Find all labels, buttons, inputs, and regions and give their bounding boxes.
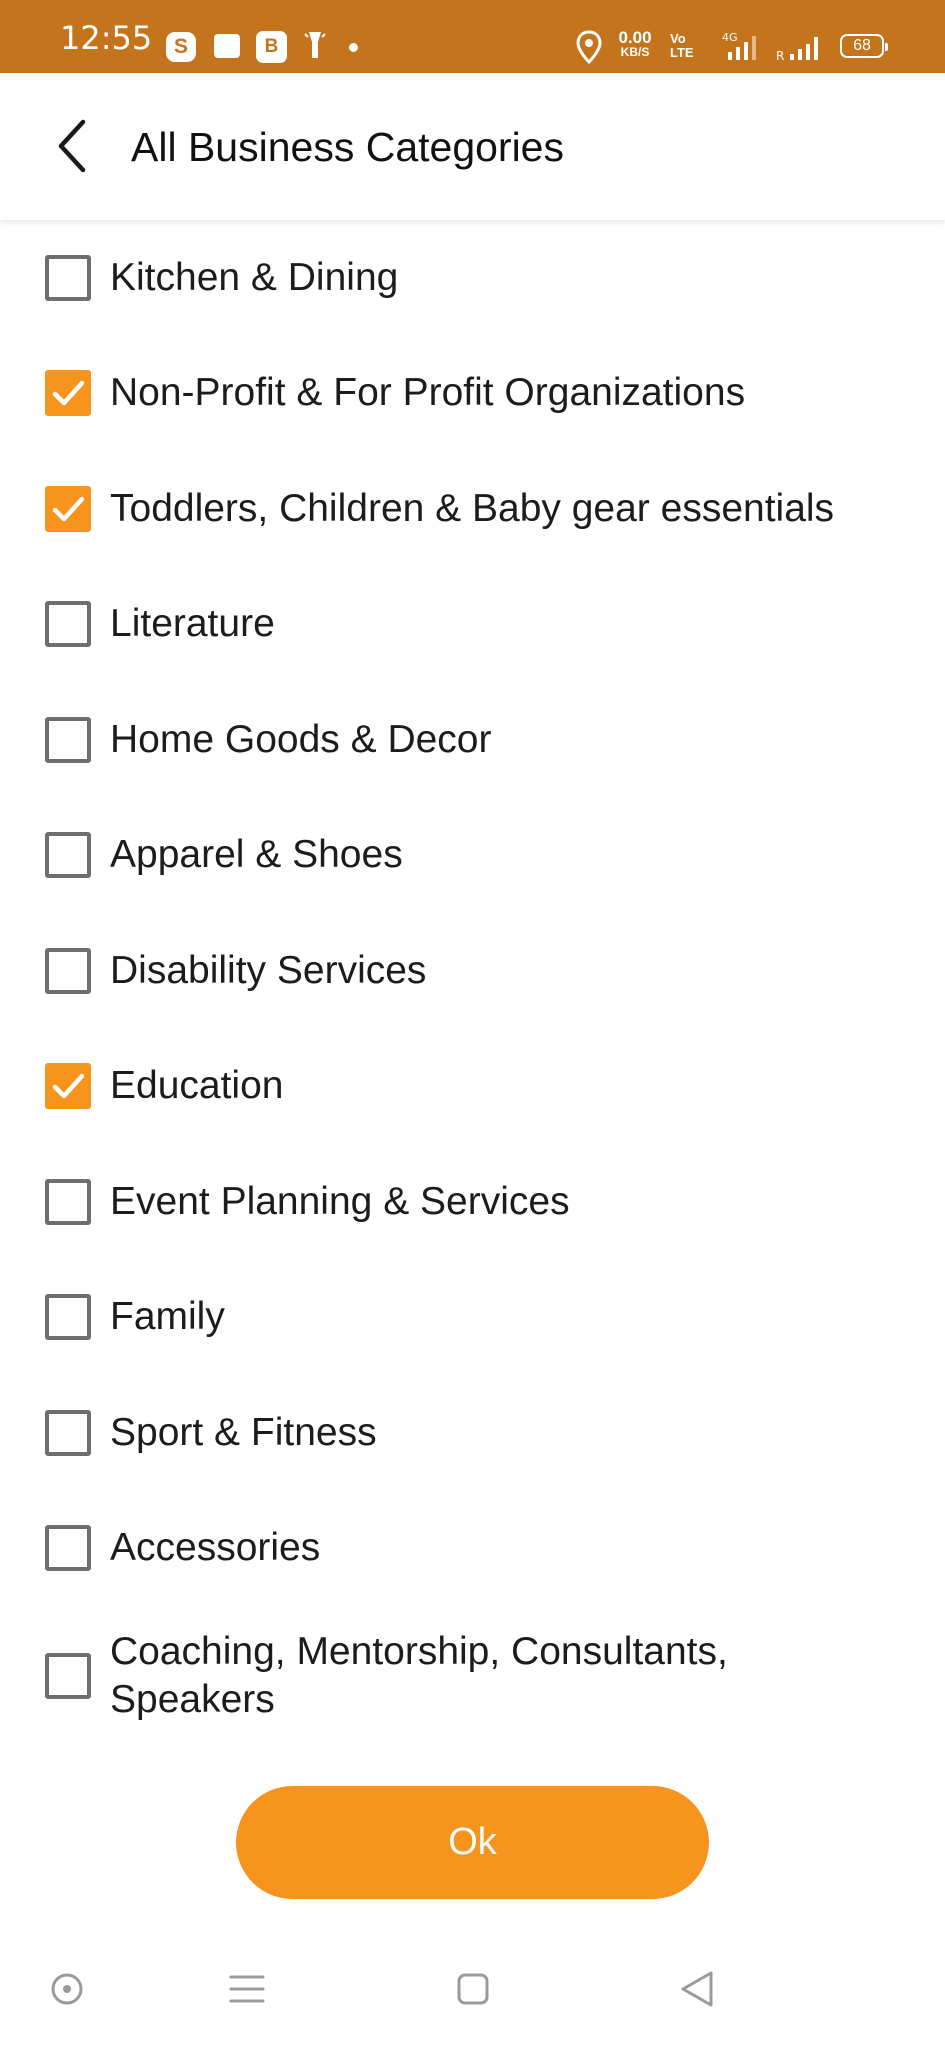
circle-dot-icon [51, 1973, 83, 2005]
category-item-toddlers[interactable]: Toddlers, Children & Baby gear essential… [0, 451, 945, 567]
checkbox-unchecked-icon[interactable] [45, 832, 91, 879]
checkmark-icon [52, 381, 85, 406]
network-type-text: 4G [722, 31, 738, 44]
menu-icon [229, 1975, 265, 2003]
checkbox-unchecked-icon[interactable] [45, 716, 91, 763]
square-home-icon [457, 1973, 489, 2005]
category-item-home-goods[interactable]: Home Goods & Decor [0, 682, 945, 798]
checkbox-unchecked-icon[interactable] [45, 1653, 91, 1699]
status-bar: 12:55 S B 0.00 KB/S Vo LTE 4G R 68 [0, 0, 945, 73]
category-label: Literature [110, 602, 275, 646]
category-item-family[interactable]: Family [0, 1260, 945, 1376]
page-title: All Business Categories [131, 124, 564, 170]
system-nav-bar [0, 1932, 945, 2048]
category-label: Education [110, 1064, 284, 1108]
category-label: Sport & Fitness [110, 1410, 377, 1454]
b-app-icon: B [256, 31, 287, 63]
category-item-kitchen-dining[interactable]: Kitchen & Dining [0, 220, 945, 336]
category-label: Event Planning & Services [110, 1179, 570, 1223]
back-nav-button[interactable] [672, 1964, 722, 2014]
volte-bottom: LTE [670, 45, 694, 60]
location-icon [576, 30, 602, 64]
category-label: Home Goods & Decor [110, 717, 492, 761]
category-list: Kitchen & Dining Non-Profit & For Profit… [0, 220, 945, 1742]
checkbox-unchecked-icon[interactable] [45, 1525, 91, 1572]
checkbox-unchecked-icon[interactable] [45, 1294, 91, 1341]
category-item-event-planning[interactable]: Event Planning & Services [0, 1144, 945, 1260]
checkmark-icon [52, 496, 85, 521]
category-item-sport-fitness[interactable]: Sport & Fitness [0, 1375, 945, 1491]
category-label: Disability Services [110, 948, 427, 992]
network-speed: 0.00 KB/S [612, 29, 658, 59]
checkbox-unchecked-icon[interactable] [45, 1178, 91, 1225]
category-label: Apparel & Shoes [110, 833, 403, 877]
checkbox-checked-icon[interactable] [45, 485, 91, 532]
volte-top: Vo [670, 31, 686, 46]
checkmark-icon [52, 1074, 85, 1099]
category-item-literature[interactable]: Literature [0, 567, 945, 683]
network-speed-value: 0.00 [618, 28, 652, 47]
flashlight-icon [304, 30, 326, 58]
signal-4g-icon: 4G [722, 31, 756, 60]
category-label: Family [110, 1295, 225, 1339]
roaming-text: R [776, 49, 784, 62]
category-label: Coaching, Mentorship, Consultants, Speak… [110, 1630, 728, 1721]
signal-roaming-icon: R [776, 37, 818, 62]
chevron-left-icon [58, 119, 86, 173]
s-app-icon: S [166, 32, 196, 62]
back-button[interactable] [40, 113, 106, 179]
category-item-non-profit[interactable]: Non-Profit & For Profit Organizations [0, 336, 945, 452]
ok-button[interactable]: Ok [236, 1786, 709, 1899]
category-item-disability[interactable]: Disability Services [0, 913, 945, 1029]
category-label: Non-Profit & For Profit Organizations [110, 371, 746, 415]
checkbox-checked-icon[interactable] [45, 1063, 91, 1110]
checkbox-unchecked-icon[interactable] [45, 601, 91, 648]
checkbox-checked-icon[interactable] [45, 370, 91, 417]
category-item-apparel[interactable]: Apparel & Shoes [0, 798, 945, 914]
category-label: Kitchen & Dining [110, 255, 399, 299]
checkbox-unchecked-icon[interactable] [45, 254, 91, 301]
category-label: Accessories [110, 1526, 321, 1570]
battery-icon: 68 [840, 34, 888, 58]
status-time: 12:55 [60, 19, 153, 57]
category-label: Toddlers, Children & Baby gear essential… [110, 486, 835, 530]
home-button[interactable] [448, 1964, 498, 2014]
checkbox-unchecked-icon[interactable] [45, 947, 91, 994]
network-speed-unit: KB/S [620, 45, 650, 59]
app-bar: All Business Categories [0, 73, 945, 220]
triangle-back-icon [681, 1971, 713, 2007]
menu-button[interactable] [222, 1964, 272, 2014]
volte-indicator: Vo LTE [670, 32, 706, 60]
assistant-button[interactable] [42, 1964, 92, 2014]
category-item-coaching[interactable]: Coaching, Mentorship, Consultants, Speak… [0, 1610, 945, 1742]
notification-dot-icon [349, 43, 358, 52]
calendar-icon [214, 34, 240, 58]
category-item-accessories[interactable]: Accessories [0, 1491, 945, 1607]
category-item-education[interactable]: Education [0, 1029, 945, 1145]
battery-level: 68 [853, 37, 871, 54]
checkbox-unchecked-icon[interactable] [45, 1409, 91, 1456]
